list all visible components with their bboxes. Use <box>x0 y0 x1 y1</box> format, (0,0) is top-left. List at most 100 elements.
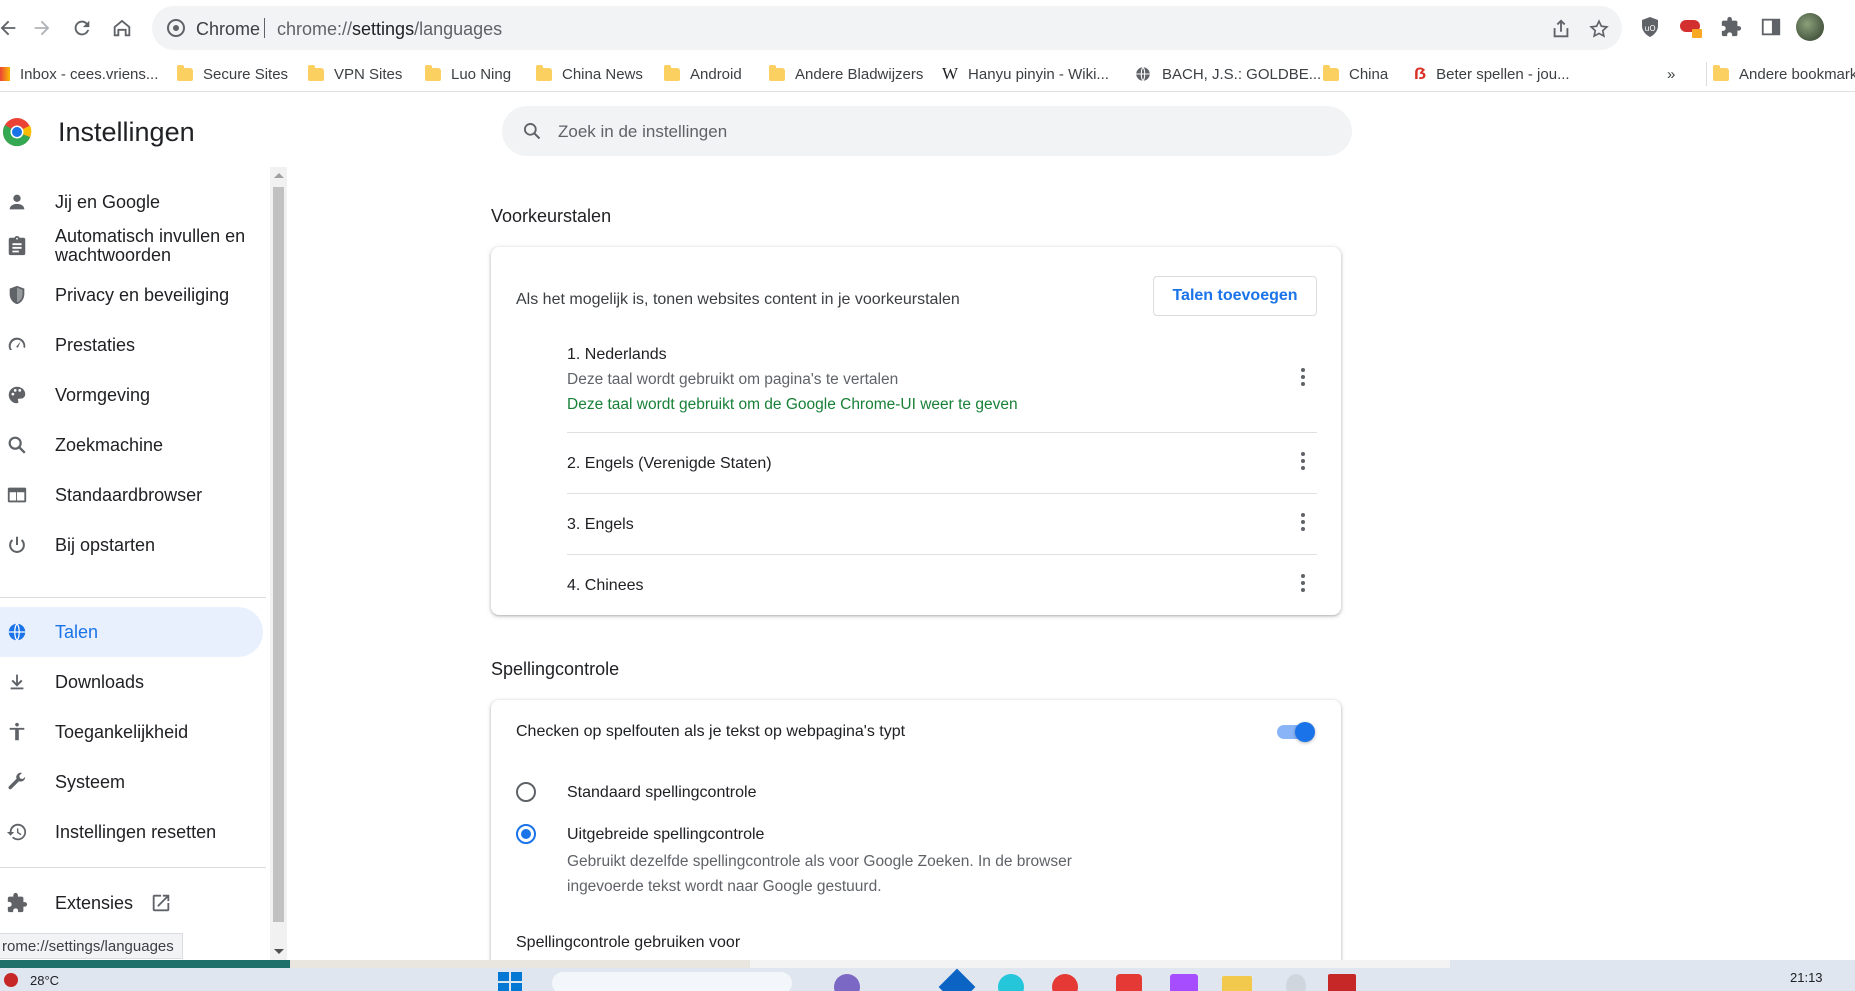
enhanced-spellcheck-label: Uitgebreide spellingcontrole <box>567 826 765 843</box>
scroll-down-arrow[interactable] <box>274 949 284 954</box>
bookmark-china[interactable]: China <box>1323 62 1388 86</box>
language-row-nederlands: 1. Nederlands Deze taal wordt gebruikt o… <box>567 346 1317 414</box>
external-link-icon <box>152 894 170 912</box>
languages-section-title: Voorkeurstalen <box>491 206 612 226</box>
taskbar-chrome-icon[interactable] <box>1052 974 1078 991</box>
language-menu-button[interactable] <box>1293 449 1313 473</box>
shield-icon <box>9 285 25 305</box>
star-bookmark-icon[interactable] <box>1588 18 1610 40</box>
extensions-puzzle-icon[interactable] <box>1720 16 1742 38</box>
arrow-left-icon <box>0 20 16 36</box>
bookmark-hanyu-pinyin[interactable]: W Hanyu pinyin - Wiki... <box>942 62 1109 86</box>
bookmark-bach[interactable]: BACH, J.S.: GOLDBE... <box>1134 62 1321 86</box>
sidebar-item-zoekmachine[interactable]: Zoekmachine <box>0 420 263 470</box>
download-icon <box>10 674 24 690</box>
taskbar-app-icon[interactable] <box>1116 974 1142 991</box>
globe-icon <box>1136 66 1150 82</box>
taskbar-pdf-icon[interactable] <box>1328 974 1356 991</box>
language-menu-button[interactable] <box>1293 365 1313 389</box>
sidebar-item-privacy[interactable]: Privacy en beveiliging <box>0 270 263 320</box>
search-icon <box>524 123 541 140</box>
radio-enhanced-spellcheck[interactable] <box>516 824 536 844</box>
folder-icon <box>1323 64 1339 81</box>
page-title: Instellingen <box>58 117 195 147</box>
settings-search[interactable] <box>502 106 1352 156</box>
windows-start-icon[interactable] <box>496 970 524 991</box>
share-icon[interactable] <box>1550 18 1572 40</box>
language-divider <box>567 432 1317 433</box>
languages-description: Als het mogelijk is, tonen websites cont… <box>516 291 960 308</box>
sidebar-item-extensies[interactable]: Extensies <box>0 878 263 928</box>
sidebar-item-systeem[interactable]: Systeem <box>0 757 263 807</box>
language-row-chinees: 4. Chinees <box>567 577 644 594</box>
sidebar-item-standaardbrowser[interactable]: Standaardbrowser <box>0 470 263 520</box>
spelling-section-title: Spellingcontrole <box>491 659 620 679</box>
speedometer-icon <box>8 337 26 351</box>
home-button[interactable] <box>108 14 136 42</box>
back-button[interactable] <box>0 14 22 42</box>
forward-button[interactable] <box>28 14 56 42</box>
sidebar-item-jij-en-google[interactable]: Jij en Google <box>0 177 263 227</box>
bookmark-other[interactable]: Andere bookmarks <box>1706 62 1855 86</box>
folder-icon <box>536 64 552 81</box>
ublock-shield-icon[interactable]: uO <box>1640 16 1660 38</box>
standard-spellcheck-label: Standaard spellingcontrole <box>567 784 757 801</box>
bookmark-vpn-sites[interactable]: VPN Sites <box>308 62 402 86</box>
spellcheck-toggle[interactable] <box>1275 720 1317 744</box>
chrome-logo-icon <box>2 118 32 147</box>
sidebar-item-autofill[interactable]: Automatisch invullen en wachtwoorden <box>0 221 263 271</box>
weather-temperature[interactable]: 28°C <box>30 973 59 988</box>
sidebar-item-toegankelijkheid[interactable]: Toegankelijkheid <box>0 707 263 757</box>
folder-icon <box>308 64 324 81</box>
sidebar-item-vormgeving[interactable]: Vormgeving <box>0 370 263 420</box>
sidebar-item-downloads[interactable]: Downloads <box>0 657 263 707</box>
person-icon <box>9 194 25 210</box>
site-label: Chrome <box>196 19 261 39</box>
browser-window-icon <box>7 487 27 503</box>
palette-icon <box>8 386 26 404</box>
sidebar-item-prestaties[interactable]: Prestaties <box>0 320 263 370</box>
bookmark-china-news[interactable]: China News <box>536 62 643 86</box>
bookmark-beter-spellen[interactable]: ẞ Beter spellen - jou... <box>1414 62 1570 86</box>
search-icon <box>8 436 26 454</box>
settings-sidebar: Jij en Google Automatisch invullen en wa… <box>0 165 270 960</box>
taskbar-app-icon[interactable] <box>834 974 860 991</box>
language-menu-button[interactable] <box>1293 571 1313 595</box>
bookmark-luo-ning[interactable]: Luo Ning <box>425 62 511 86</box>
scroll-up-arrow[interactable] <box>274 173 284 178</box>
background-strip <box>290 960 750 968</box>
bookmark-andere-bladwijzers[interactable]: Andere Bladwijzers <box>769 62 923 86</box>
address-bar[interactable]: Chrome chrome://settings/languages <box>152 6 1622 50</box>
language-menu-button[interactable] <box>1293 510 1313 534</box>
taskbar-clock[interactable]: 21:13 <box>1790 970 1823 985</box>
sidebar-item-talen[interactable]: Talen <box>0 607 263 657</box>
taskbar-app-icon[interactable] <box>1170 974 1198 991</box>
background-strip <box>0 960 290 968</box>
reload-button[interactable] <box>68 14 96 42</box>
weather-alert-icon <box>4 973 18 987</box>
sidebar-scrollbar[interactable] <box>270 167 287 960</box>
taskbar-app-icon[interactable] <box>998 974 1024 991</box>
profile-avatar[interactable] <box>1796 13 1824 41</box>
sidebar-item-bij-opstarten[interactable]: Bij opstarten <box>0 520 263 570</box>
languages-card: Als het mogelijk is, tonen websites cont… <box>491 247 1341 615</box>
puzzle-icon <box>7 892 28 913</box>
bookmark-secure-sites[interactable]: Secure Sites <box>177 62 288 86</box>
history-icon <box>6 823 27 841</box>
side-panel-icon[interactable] <box>1760 16 1782 38</box>
search-input[interactable] <box>558 119 1318 145</box>
taskbar-app-icon[interactable] <box>938 968 976 991</box>
bookmark-inbox[interactable]: Inbox - cees.vriens... <box>0 62 158 86</box>
bookmark-android[interactable]: Android <box>664 62 742 86</box>
add-languages-button[interactable]: Talen toevoegen <box>1153 276 1317 316</box>
sidebar-item-instellingen-resetten[interactable]: Instellingen resetten <box>0 807 263 857</box>
arrow-right-icon <box>34 20 50 36</box>
lastpass-extension-icon[interactable] <box>1678 16 1706 40</box>
scroll-thumb[interactable] <box>273 187 284 922</box>
radio-standard-spellcheck[interactable] <box>516 782 536 802</box>
taskbar-search[interactable] <box>552 972 792 991</box>
taskbar-file-explorer-icon[interactable] <box>1222 976 1252 991</box>
taskbar-app-icon[interactable] <box>1286 974 1306 991</box>
bookmarks-overflow-button[interactable]: » <box>1667 62 1675 86</box>
wrench-icon <box>8 772 26 790</box>
